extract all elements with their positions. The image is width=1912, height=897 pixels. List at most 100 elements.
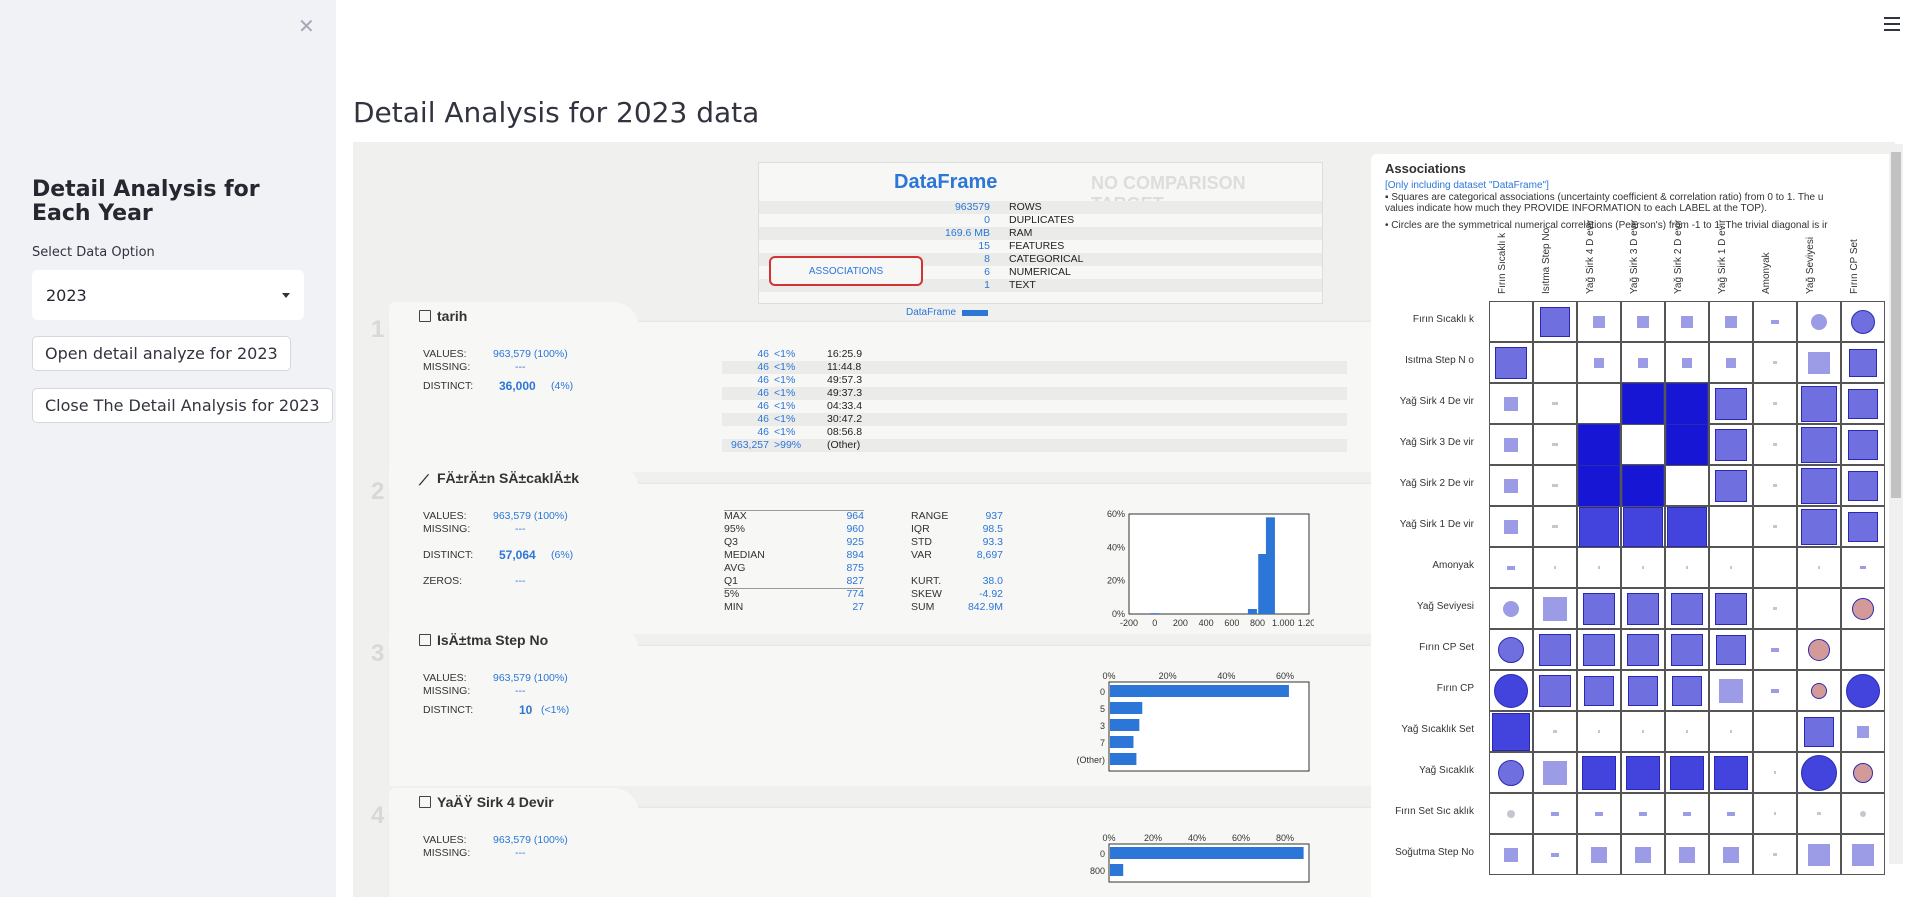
scrollbar-thumb[interactable]	[1891, 152, 1901, 498]
matrix-cell[interactable]	[1709, 506, 1753, 547]
matrix-cell[interactable]	[1797, 547, 1841, 588]
matrix-cell[interactable]	[1665, 793, 1709, 834]
matrix-cell[interactable]	[1577, 629, 1621, 670]
matrix-cell[interactable]	[1665, 423, 1709, 466]
matrix-cell[interactable]	[1621, 464, 1665, 507]
matrix-cell[interactable]	[1665, 301, 1709, 342]
matrix-cell[interactable]	[1753, 670, 1797, 711]
matrix-cell[interactable]	[1621, 588, 1665, 629]
matrix-cell[interactable]	[1577, 464, 1621, 507]
matrix-cell[interactable]	[1533, 465, 1577, 506]
close-icon[interactable]: ✕	[298, 14, 315, 38]
matrix-cell[interactable]	[1753, 588, 1797, 629]
matrix-cell[interactable]	[1709, 752, 1753, 793]
matrix-cell[interactable]	[1709, 301, 1753, 342]
matrix-cell[interactable]	[1709, 465, 1753, 506]
matrix-cell[interactable]	[1709, 834, 1753, 875]
matrix-cell[interactable]	[1709, 711, 1753, 752]
close-detail-button[interactable]: Close The Detail Analysis for 2023	[32, 388, 333, 423]
matrix-cell[interactable]	[1841, 342, 1885, 383]
matrix-cell[interactable]	[1665, 465, 1709, 506]
matrix-cell[interactable]	[1533, 752, 1577, 793]
open-detail-button[interactable]: Open detail analyze for 2023	[32, 336, 291, 371]
matrix-cell[interactable]	[1577, 423, 1621, 466]
matrix-cell[interactable]	[1841, 793, 1885, 834]
matrix-cell[interactable]	[1533, 383, 1577, 424]
matrix-cell[interactable]	[1753, 752, 1797, 793]
matrix-cell[interactable]	[1621, 506, 1665, 547]
matrix-cell[interactable]	[1797, 383, 1841, 424]
matrix-cell[interactable]	[1577, 383, 1621, 424]
matrix-cell[interactable]	[1533, 547, 1577, 588]
matrix-cell[interactable]	[1533, 424, 1577, 465]
matrix-cell[interactable]	[1841, 383, 1885, 424]
matrix-cell[interactable]	[1533, 342, 1577, 383]
matrix-cell[interactable]	[1797, 465, 1841, 506]
matrix-cell[interactable]	[1841, 588, 1885, 629]
matrix-cell[interactable]	[1489, 711, 1533, 752]
feature-card-isitma-step[interactable]: 3 IsÄ±tma Step No VALUES: 963,579 (100%)…	[371, 626, 1372, 786]
matrix-cell[interactable]	[1753, 629, 1797, 670]
matrix-cell[interactable]	[1665, 588, 1709, 629]
matrix-cell[interactable]	[1577, 670, 1621, 711]
matrix-cell[interactable]	[1577, 834, 1621, 875]
matrix-cell[interactable]	[1753, 383, 1797, 424]
matrix-cell[interactable]	[1797, 752, 1841, 793]
matrix-cell[interactable]	[1489, 383, 1533, 424]
matrix-cell[interactable]	[1841, 465, 1885, 506]
matrix-cell[interactable]	[1665, 382, 1709, 425]
matrix-cell[interactable]	[1797, 588, 1841, 629]
matrix-cell[interactable]	[1753, 424, 1797, 465]
matrix-cell[interactable]	[1797, 670, 1841, 711]
year-select[interactable]: 2023	[32, 270, 304, 320]
matrix-cell[interactable]	[1709, 547, 1753, 588]
matrix-cell[interactable]	[1665, 752, 1709, 793]
matrix-cell[interactable]	[1489, 629, 1533, 670]
matrix-cell[interactable]	[1665, 711, 1709, 752]
matrix-cell[interactable]	[1577, 506, 1621, 547]
matrix-cell[interactable]	[1489, 793, 1533, 834]
matrix-cell[interactable]	[1621, 711, 1665, 752]
matrix-cell[interactable]	[1489, 506, 1533, 547]
matrix-cell[interactable]	[1621, 793, 1665, 834]
matrix-cell[interactable]	[1577, 301, 1621, 342]
matrix-cell[interactable]	[1489, 424, 1533, 465]
matrix-cell[interactable]	[1753, 465, 1797, 506]
matrix-cell[interactable]	[1709, 424, 1753, 465]
feature-card-tarih[interactable]: 1 tarih VALUES: 963,579 (100%) MISSING: …	[371, 302, 1372, 472]
feature-card-firin-sicaklik[interactable]: 2 ⟋ FÄ±rÄ±n SÄ±caklÄ±k VALUES: 963,579 (1…	[371, 464, 1372, 634]
matrix-cell[interactable]	[1797, 711, 1841, 752]
matrix-cell[interactable]	[1797, 342, 1841, 383]
matrix-cell[interactable]	[1533, 834, 1577, 875]
matrix-cell[interactable]	[1753, 547, 1797, 588]
matrix-cell[interactable]	[1753, 834, 1797, 875]
matrix-cell[interactable]	[1577, 711, 1621, 752]
matrix-cell[interactable]	[1797, 506, 1841, 547]
matrix-cell[interactable]	[1577, 752, 1621, 793]
matrix-cell[interactable]	[1665, 670, 1709, 711]
matrix-cell[interactable]	[1841, 711, 1885, 752]
matrix-cell[interactable]	[1841, 834, 1885, 875]
matrix-cell[interactable]	[1709, 629, 1753, 670]
matrix-cell[interactable]	[1841, 301, 1885, 342]
associations-button[interactable]: ASSOCIATIONS	[769, 256, 923, 286]
matrix-cell[interactable]	[1797, 424, 1841, 465]
matrix-cell[interactable]	[1621, 342, 1665, 383]
matrix-cell[interactable]	[1621, 752, 1665, 793]
matrix-cell[interactable]	[1489, 670, 1533, 711]
matrix-cell[interactable]	[1709, 342, 1753, 383]
matrix-cell[interactable]	[1533, 670, 1577, 711]
matrix-cell[interactable]	[1621, 547, 1665, 588]
matrix-cell[interactable]	[1709, 670, 1753, 711]
matrix-cell[interactable]	[1841, 629, 1885, 670]
matrix-cell[interactable]	[1797, 834, 1841, 875]
matrix-cell[interactable]	[1753, 301, 1797, 342]
matrix-cell[interactable]	[1621, 834, 1665, 875]
matrix-cell[interactable]	[1841, 424, 1885, 465]
matrix-cell[interactable]	[1709, 588, 1753, 629]
matrix-cell[interactable]	[1489, 588, 1533, 629]
matrix-cell[interactable]	[1621, 301, 1665, 342]
matrix-cell[interactable]	[1533, 588, 1577, 629]
matrix-cell[interactable]	[1841, 547, 1885, 588]
matrix-cell[interactable]	[1489, 547, 1533, 588]
